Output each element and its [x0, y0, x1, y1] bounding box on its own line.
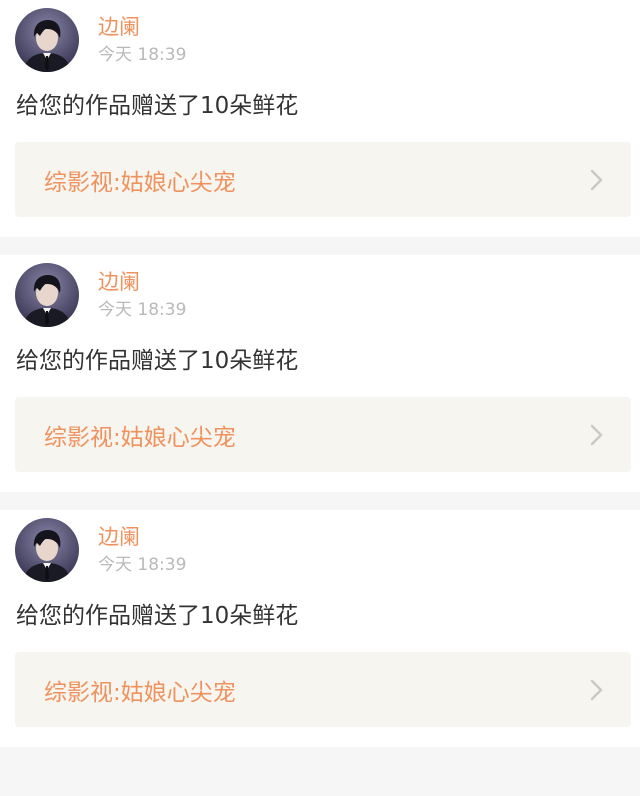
notification-message: 给您的作品赠送了10朵鲜花 [16, 93, 299, 119]
chevron-right-icon [577, 142, 617, 217]
notification-message: 给您的作品赠送了10朵鲜花 [16, 348, 299, 374]
notification-header: 边阑 今天 18:39 [15, 518, 186, 582]
username-link[interactable]: 边阑 [98, 268, 186, 296]
timestamp: 今天 18:39 [98, 555, 187, 575]
timestamp: 今天 18:39 [98, 300, 187, 320]
notification-header: 边阑 今天 18:39 [15, 263, 186, 327]
user-avatar-icon[interactable] [15, 8, 79, 72]
work-title: 综影视:姑娘心尖宠 [44, 679, 236, 706]
notification-meta: 边阑 今天 18:39 [98, 13, 186, 67]
notification-card: 边阑 今天 18:39 给您的作品赠送了10朵鲜花 综影视:姑娘心尖宠 [0, 510, 640, 747]
notification-header: 边阑 今天 18:39 [15, 8, 186, 72]
user-avatar-icon[interactable] [15, 518, 79, 582]
notification-meta: 边阑 今天 18:39 [98, 268, 186, 322]
notification-card: 边阑 今天 18:39 给您的作品赠送了10朵鲜花 综影视:姑娘心尖宠 [0, 0, 640, 237]
timestamp: 今天 18:39 [98, 45, 187, 65]
user-avatar-icon[interactable] [15, 263, 79, 327]
notification-card: 边阑 今天 18:39 给您的作品赠送了10朵鲜花 综影视:姑娘心尖宠 [0, 255, 640, 492]
notification-feed: 边阑 今天 18:39 给您的作品赠送了10朵鲜花 综影视:姑娘心尖宠 边阑 今… [0, 0, 640, 747]
work-link-card[interactable]: 综影视:姑娘心尖宠 [15, 652, 631, 727]
username-link[interactable]: 边阑 [98, 13, 186, 41]
work-title: 综影视:姑娘心尖宠 [44, 169, 236, 196]
chevron-right-icon [577, 397, 617, 472]
notification-message: 给您的作品赠送了10朵鲜花 [16, 603, 299, 629]
username-link[interactable]: 边阑 [98, 523, 186, 551]
work-link-card[interactable]: 综影视:姑娘心尖宠 [15, 142, 631, 217]
chevron-right-icon [577, 652, 617, 727]
work-link-card[interactable]: 综影视:姑娘心尖宠 [15, 397, 631, 472]
notification-meta: 边阑 今天 18:39 [98, 523, 186, 577]
work-title: 综影视:姑娘心尖宠 [44, 424, 236, 451]
